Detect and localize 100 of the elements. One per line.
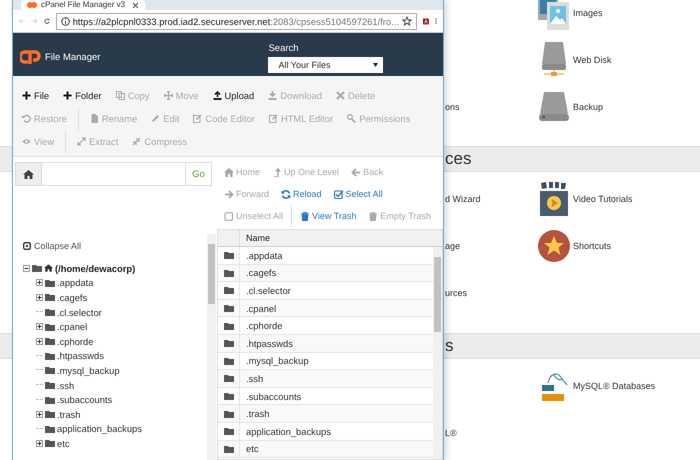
tool-label[interactable]: ons (445, 102, 460, 112)
tool-label[interactable]: MySQL® Databases (573, 380, 656, 390)
star-icon[interactable] (402, 16, 412, 26)
expand-icon[interactable] (36, 279, 43, 286)
hard-drive-icon[interactable] (539, 92, 569, 122)
toolbar-button[interactable]: File (22, 90, 50, 101)
eye-icon (22, 137, 31, 146)
file-row[interactable]: .htpasswds (218, 334, 433, 353)
tool-label[interactable]: Backup (573, 102, 604, 112)
up-icon (272, 168, 282, 176)
video-icon[interactable] (539, 182, 569, 216)
expand-icon[interactable] (36, 440, 43, 447)
expand-icon[interactable] (36, 410, 43, 418)
file-row[interactable]: .cl.selector (218, 282, 433, 300)
file-name: .subaccounts (245, 390, 302, 404)
uncheck-icon (224, 212, 234, 220)
nav-button[interactable]: Select All (334, 189, 383, 199)
file-name: .cphorde (245, 319, 282, 334)
tool-label[interactable]: Web Disk (573, 54, 612, 64)
address-bar[interactable]: https://a2plcpnl0333.prod.iad2.secureserver.net:2083/cpsess5104597261/fro... (56, 12, 417, 30)
collapse-icon (23, 242, 31, 250)
scrollbar[interactable] (433, 247, 442, 459)
pdf-extension-icon[interactable] (422, 16, 429, 26)
restore-icon (22, 114, 31, 123)
file-row[interactable]: application_backups (218, 422, 433, 441)
tree-item[interactable]: .trash (57, 408, 80, 420)
tree-item[interactable]: .mysql_backup (57, 364, 120, 376)
hard-drive-icon[interactable] (541, 42, 567, 78)
tool-label[interactable]: urces (445, 288, 468, 298)
column-header[interactable]: Name (240, 230, 270, 246)
toolbar-button[interactable]: Folder (63, 90, 102, 101)
expand-icon[interactable] (36, 323, 43, 330)
tree-item[interactable]: .htpasswds (57, 350, 104, 362)
file-name: .htpasswds (245, 336, 293, 351)
file-row[interactable]: .cagefs (218, 264, 433, 282)
nav-button[interactable]: Reload (281, 189, 322, 199)
file-name: .cagefs (245, 266, 276, 280)
file-row[interactable]: .trash (218, 405, 433, 423)
file-row[interactable]: .cpanel (218, 300, 433, 318)
copy-icon (116, 91, 125, 100)
section-title: ces (445, 149, 472, 169)
check-icon (334, 190, 344, 198)
editbox-icon (268, 114, 278, 123)
tool-label[interactable]: d Wizard (445, 194, 481, 204)
tool-label[interactable]: Shortcuts (573, 240, 612, 250)
pencil-icon (151, 114, 160, 123)
tool-label[interactable]: Images (573, 8, 603, 18)
compress-icon (132, 137, 142, 146)
tree-item[interactable]: .cl.selector (57, 306, 102, 318)
expand-icon[interactable] (36, 338, 43, 345)
url-text: https://a2plcpnl0333.prod.iad2.secureserver.net:2083/cpsess5104597261/fro... (72, 16, 399, 26)
left-icon (351, 168, 362, 176)
toolbar-button[interactable]: Upload (212, 90, 254, 101)
key-icon (347, 114, 356, 123)
trash-icon (368, 212, 378, 220)
tree-item[interactable]: .appdata (57, 277, 94, 288)
file-row[interactable]: .mysql_backup (218, 352, 433, 370)
file-name: application_backups (245, 424, 331, 439)
file-icon (90, 114, 99, 123)
plus-icon (22, 91, 31, 100)
browser-tab[interactable]: cPanel File Manager v3 (21, 0, 145, 10)
tree-item[interactable]: .cphorde (57, 336, 94, 347)
download-icon (268, 91, 278, 100)
file-name: etc (245, 442, 259, 456)
tool-label[interactable]: Video Tutorials (573, 194, 632, 204)
file-row[interactable]: etc (218, 440, 433, 458)
section-title: s (445, 336, 454, 356)
home-icon (44, 264, 53, 272)
file-row[interactable]: .subaccounts (218, 388, 433, 406)
tree-item[interactable]: .cpanel (57, 321, 88, 332)
file-row[interactable]: .appdata (218, 247, 433, 265)
images-icon[interactable] (538, 0, 570, 32)
file-row[interactable]: .cphorde (218, 317, 433, 335)
expand-icon[interactable] (36, 294, 43, 301)
upload-icon (212, 91, 222, 100)
file-row[interactable]: .ssh (218, 370, 433, 388)
search-scope-dropdown[interactable]: All Your Files (268, 57, 384, 73)
nav-button[interactable]: View Trash (300, 211, 356, 221)
scrollbar[interactable] (207, 234, 216, 460)
search-label: Search (268, 43, 300, 54)
tree-item[interactable]: etc (57, 438, 70, 449)
file-name: .ssh (245, 372, 264, 386)
tree-item[interactable]: (/home/dewacorp) (55, 262, 136, 274)
file-name: .cpanel (245, 302, 276, 316)
tree-item[interactable]: application_backups (57, 423, 142, 434)
tree-item[interactable]: .cagefs (57, 292, 88, 303)
home-icon (224, 168, 234, 176)
tree-toggle-icon[interactable] (23, 264, 30, 272)
caret-icon (373, 63, 378, 67)
tool-label[interactable]: L® (445, 428, 457, 438)
plus-icon (63, 91, 72, 100)
close-icon[interactable] (132, 2, 139, 8)
tree-item[interactable]: .ssh (57, 380, 74, 391)
file-name: .appdata (245, 248, 282, 263)
tool-label[interactable]: age (445, 240, 460, 250)
x-icon (336, 91, 345, 100)
collapse-all-link[interactable]: Collapse All (23, 240, 207, 252)
tree-item[interactable]: .subaccounts (57, 394, 112, 406)
trash-icon (300, 212, 310, 220)
file-name: .cl.selector (245, 284, 291, 298)
